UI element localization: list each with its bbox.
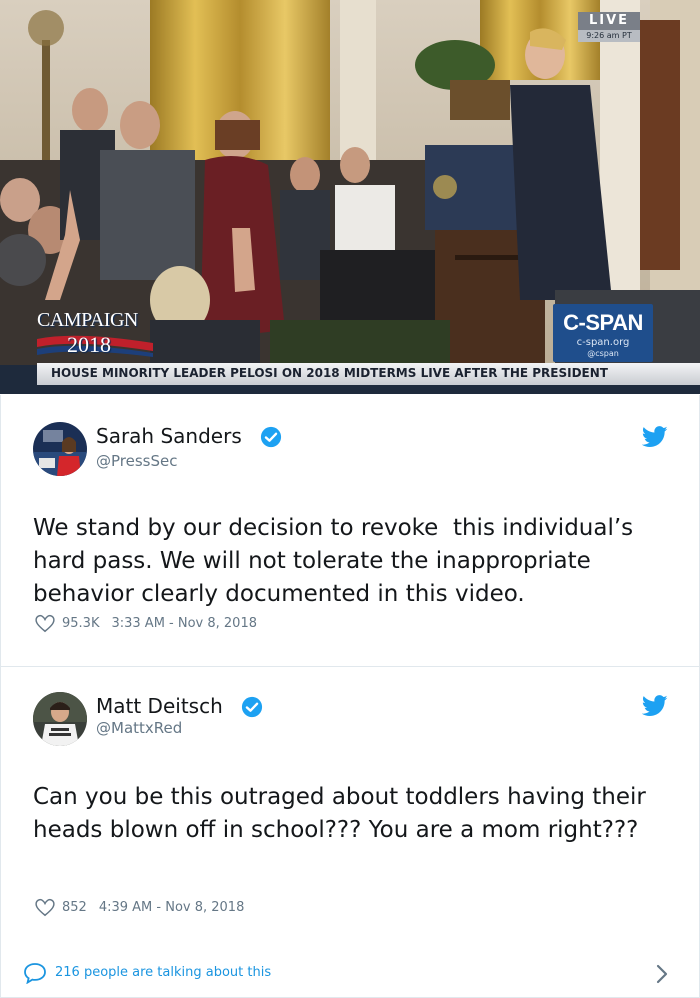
heart-icon[interactable] [34,612,56,634]
author-display-name[interactable]: Matt Deitsch [96,694,223,718]
verified-badge-icon [260,426,282,448]
live-badge: LIVE 9:26 am PT [578,12,640,42]
network-name: C-SPAN [563,310,643,335]
campaign-year: 2018 [67,332,111,357]
twitter-bird-icon[interactable] [642,426,668,448]
tweet-text: We stand by our decision to revoke this … [33,515,641,607]
avatar-photo [33,422,87,476]
campaign-text: CAMPAIGN [37,309,138,331]
tweet-card[interactable]: Matt Deitsch @MattxRed Can you be this o… [0,666,700,950]
tweet-meta: 95.3K 3:33 AM - Nov 8, 2018 [34,612,257,634]
tweet-timestamp[interactable]: 3:33 AM - Nov 8, 2018 [111,616,257,631]
network-handle: @cspan [587,349,619,358]
tweet-card[interactable]: Sarah Sanders @PressSec We stand by our … [0,395,700,667]
author-handle[interactable]: @PressSec [96,452,177,470]
video-frame[interactable]: LIVE 9:26 am PT CAMPAIGN 2018 C-SPAN c-s… [0,0,700,394]
lower-third-banner: HOUSE MINORITY LEADER PELOSI ON 2018 MID… [37,363,700,385]
verified-badge-icon [241,696,263,718]
author-handle[interactable]: @MattxRed [96,719,182,737]
avatar[interactable] [33,422,87,476]
avatar-photo [33,692,87,746]
twitter-bird-icon[interactable] [642,695,668,717]
avatar[interactable] [33,692,87,746]
conversation-footer[interactable]: 216 people are talking about this [0,949,700,998]
heart-icon[interactable] [34,896,56,918]
live-time: 9:26 am PT [578,30,640,42]
campaign-2018-logo: CAMPAIGN 2018 [37,307,153,365]
tweet-meta: 852 4:39 AM - Nov 8, 2018 [34,896,244,918]
like-count[interactable]: 852 [62,900,87,915]
chevron-right-icon[interactable] [655,963,669,985]
talking-about-link[interactable]: 216 people are talking about this [55,965,271,980]
lower-third-text: HOUSE MINORITY LEADER PELOSI ON 2018 MID… [51,366,608,380]
tweet-timestamp[interactable]: 4:39 AM - Nov 8, 2018 [99,900,245,915]
author-display-name[interactable]: Sarah Sanders [96,424,242,448]
like-count[interactable]: 95.3K [62,616,99,631]
live-label: LIVE [578,12,640,30]
network-url: c-span.org [576,337,630,348]
tweet-text: Can you be this outraged about toddlers … [33,784,654,843]
speech-bubble-icon [24,963,46,984]
cspan-logo: C-SPAN c-span.org @cspan [553,304,653,362]
